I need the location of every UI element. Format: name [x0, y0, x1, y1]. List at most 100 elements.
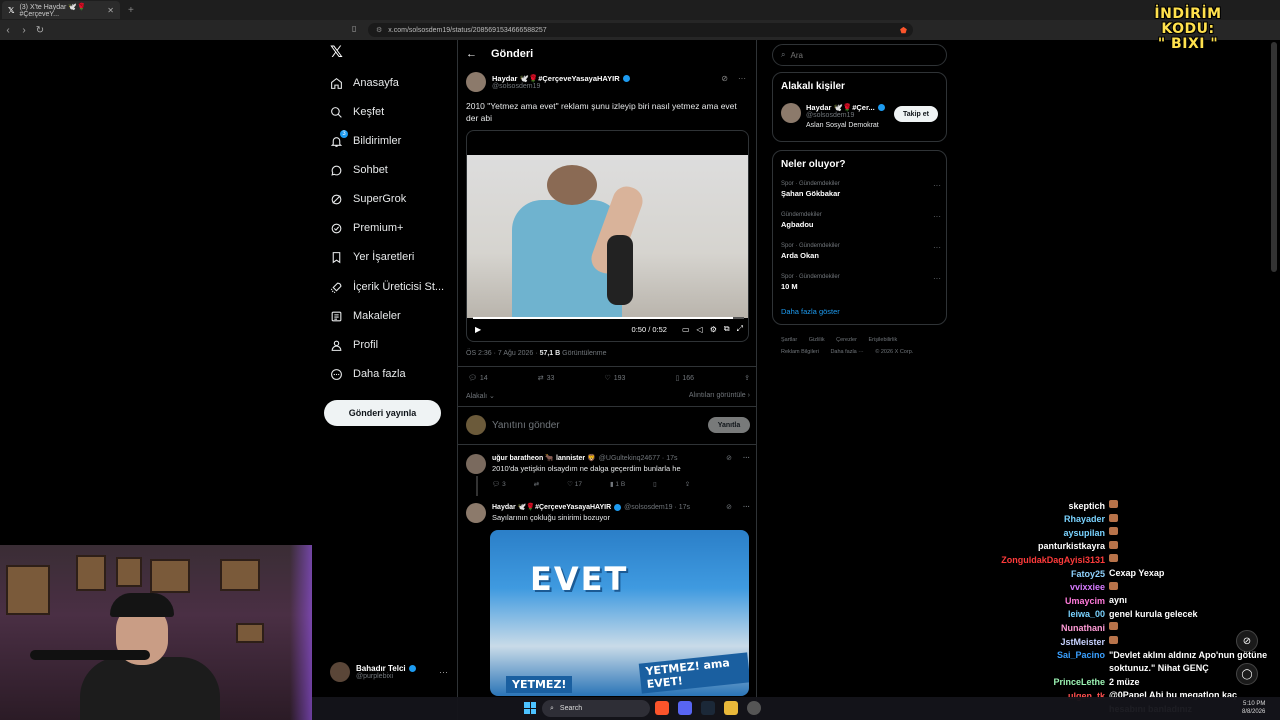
grok-icon[interactable]: ⊘ — [726, 454, 732, 462]
volume-icon[interactable]: ◁ — [697, 325, 703, 334]
bookmark-action[interactable]: ▯ 166 — [675, 374, 695, 383]
author-name[interactable]: Haydar 🕊️🌹#ÇerçeveYasayaHAYIR — [492, 74, 620, 83]
nav-item-explore[interactable]: Keşfet — [330, 101, 384, 123]
settings-icon[interactable]: ⚙ — [710, 325, 717, 334]
nav-item-more[interactable]: Daha fazla — [330, 363, 406, 385]
nav-item-profile[interactable]: Profil — [330, 334, 378, 356]
share-action[interactable]: ⇪ — [685, 480, 690, 488]
taskbar-search[interactable]: ⌕ Search — [542, 700, 650, 717]
reply-button[interactable]: Yanıtla — [708, 417, 750, 433]
reply-author[interactable]: Haydar 🕊️🌹#ÇerçeveYasayaHAYIR — [492, 503, 611, 511]
trend-item[interactable]: Gündemdekiler Agbadou ··· — [781, 212, 941, 229]
reply-author[interactable]: uğur baratheon 🐂 lannister 🦁 — [492, 454, 596, 462]
video-progress-bar[interactable] — [473, 317, 744, 319]
more-dots-icon[interactable]: ··· — [439, 667, 448, 677]
nav-item-premium[interactable]: Premium+ — [330, 217, 403, 239]
page-scrollbar[interactable] — [1271, 42, 1277, 272]
show-more-link[interactable]: Daha fazla göster — [781, 307, 840, 316]
more-dots-icon[interactable]: ··· — [738, 74, 746, 83]
brave-app-icon[interactable] — [655, 701, 669, 715]
url-field[interactable]: ⚙ x.com/solsosdem19/status/2085691534666… — [368, 23, 913, 37]
follow-button[interactable]: Takip et — [894, 106, 938, 122]
avatar[interactable] — [466, 72, 486, 92]
steam-app-icon[interactable] — [701, 701, 715, 715]
more-dots-icon[interactable]: ··· — [743, 455, 750, 462]
views-action[interactable]: ▮ 1 B — [610, 480, 625, 488]
account-switcher[interactable]: Bahadır Telci @purplebixi ··· — [330, 660, 448, 684]
person-name[interactable]: Haydar 🕊️🌹#Çer... — [806, 103, 875, 112]
grok-icon[interactable]: ⊘ — [726, 503, 732, 511]
play-icon[interactable]: ▶ — [475, 325, 481, 334]
obs-app-icon[interactable] — [747, 701, 761, 715]
forward-icon[interactable]: › — [16, 25, 32, 36]
avatar[interactable] — [466, 454, 486, 474]
nav-item-supergrok[interactable]: SuperGrok — [330, 188, 406, 210]
nav-item-chat[interactable]: Sohbet — [330, 159, 388, 181]
repost-action[interactable]: ⇄ — [534, 480, 539, 488]
back-arrow-icon[interactable]: ← — [466, 48, 477, 60]
footer-link[interactable]: Daha fazla ··· — [830, 349, 863, 355]
x-logo-icon[interactable]: 𝕏 — [330, 45, 346, 61]
footer-link[interactable]: Erişilebilirlik — [868, 337, 897, 343]
file-explorer-icon[interactable] — [724, 701, 738, 715]
nav-item-creator-studio[interactable]: İçerik Üreticisi St... — [330, 276, 444, 298]
reply-item[interactable]: Haydar 🕊️🌹#ÇerçeveYasayaHAYIR @solsosdem1… — [466, 503, 750, 523]
captions-icon[interactable]: ▭ — [682, 325, 690, 334]
nav-item-bookmarks[interactable]: Yer İşaretleri — [330, 246, 414, 268]
bookmark-page-icon[interactable]: ▯ — [352, 24, 356, 33]
system-clock[interactable]: 5:10 PM 8/8/2026 — [1242, 700, 1265, 716]
post-timestamp[interactable]: ÖS 2:36 · 7 Ağu 2026 · — [466, 350, 540, 357]
close-icon[interactable]: ✕ — [107, 6, 114, 15]
bookmark-icon: ▯ — [675, 375, 680, 382]
reply-input[interactable]: Yanıtını gönder — [492, 420, 560, 431]
trend-item[interactable]: Spor · Gündemdekiler Şahan Gökbakar ··· — [781, 181, 941, 198]
chat-bubble-icon[interactable]: ◯ — [1236, 663, 1258, 685]
more-dots-icon[interactable]: ··· — [933, 274, 941, 283]
discord-app-icon[interactable] — [678, 701, 692, 715]
like-action[interactable]: ♡ 17 — [567, 480, 582, 488]
pip-icon[interactable]: ⧉ — [724, 324, 730, 334]
brave-shield-icon[interactable]: ⬟ — [900, 26, 907, 35]
footer-link[interactable]: Reklam Bilgileri — [781, 349, 819, 355]
trend-item[interactable]: Spor · Gündemdekiler 10 M ··· — [781, 274, 941, 291]
grok-icon[interactable]: ⊘ — [1236, 630, 1258, 652]
back-icon[interactable]: ‹ — [0, 25, 16, 36]
new-tab-icon[interactable]: + — [128, 5, 134, 16]
nav-item-notifications[interactable]: 3 Bildirimler — [330, 129, 401, 152]
grok-icon[interactable]: ⊘ — [721, 74, 728, 83]
reload-icon[interactable]: ↻ — [32, 25, 48, 36]
footer-link[interactable]: Şartlar — [781, 337, 797, 343]
reply-image[interactable]: EVET YETMEZ! ama EVET! YETMEZ! — [490, 530, 749, 696]
site-info-icon[interactable]: ⚙ — [376, 26, 382, 34]
bookmark-action[interactable]: ▯ — [653, 480, 657, 488]
reply-action[interactable]: 💬︎ 3 — [492, 480, 506, 488]
related-dropdown[interactable]: Alakalı ⌄ — [466, 392, 495, 400]
reply-item[interactable]: uğur baratheon 🐂 lannister 🦁 @UGultekinq2… — [466, 454, 750, 488]
avatar[interactable] — [466, 503, 486, 523]
author-handle[interactable]: @solsosdem19 — [492, 83, 630, 90]
footer-link[interactable]: Gizlilik — [809, 337, 825, 343]
browser-tab[interactable]: 𝕏 (3) X'te Haydar 🕊️🌹#ÇerçeveY... ✕ — [2, 1, 120, 19]
video-player[interactable]: ▶ 0:50 / 0:52 ▭ ◁ ⚙ ⧉ ⤢ — [466, 130, 749, 342]
avatar[interactable] — [781, 103, 801, 123]
more-dots-icon[interactable]: ··· — [933, 212, 941, 221]
fullscreen-icon[interactable]: ⤢ — [737, 324, 743, 334]
nav-item-home[interactable]: Anasayfa — [330, 72, 399, 94]
like-action[interactable]: ♡ 193 — [604, 374, 625, 383]
trend-item[interactable]: Spor · Gündemdekiler Arda Okan ··· — [781, 243, 941, 260]
repost-action[interactable]: ⇄ 33 — [538, 374, 555, 383]
more-dots-icon[interactable]: ··· — [933, 243, 941, 252]
nav-item-articles[interactable]: Makaleler — [330, 305, 401, 327]
view-quotes-link[interactable]: Alıntıları görüntüle › — [689, 392, 750, 400]
windows-start-icon[interactable] — [524, 702, 536, 714]
share-action[interactable]: ⇪ — [744, 374, 750, 382]
footer-link[interactable]: Çerezler — [836, 337, 857, 343]
browser-tab-bar: 𝕏 (3) X'te Haydar 🕊️🌹#ÇerçeveY... ✕ + — [0, 0, 1280, 20]
reply-action[interactable]: 💬︎ 14 — [468, 374, 488, 383]
more-dots-icon[interactable]: ··· — [933, 181, 941, 190]
search-input[interactable] — [790, 50, 931, 60]
nav-label: Daha fazla — [353, 368, 406, 380]
more-dots-icon[interactable]: ··· — [743, 504, 750, 511]
search-box[interactable]: ⌕ — [772, 44, 947, 66]
post-button[interactable]: Gönderi yayınla — [324, 400, 441, 426]
